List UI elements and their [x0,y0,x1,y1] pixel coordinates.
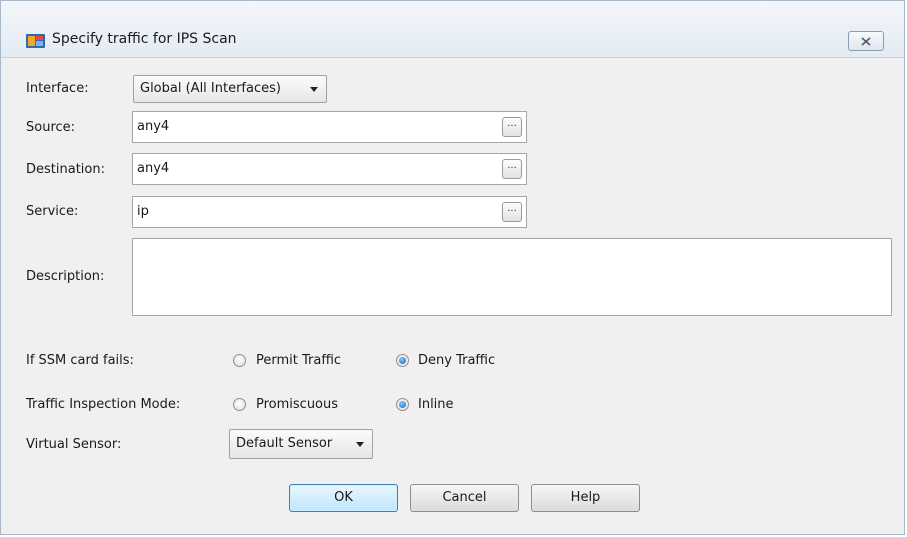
inspection-mode-label: Traffic Inspection Mode: [26,397,181,412]
destination-value: any4 [137,161,170,176]
service-input[interactable]: ip [132,196,527,228]
promiscuous-label[interactable]: Promiscuous [256,397,338,412]
interface-value: Global (All Interfaces) [140,81,281,96]
ok-button[interactable]: OK [289,484,398,512]
ips-scan-dialog: Specify traffic for IPS Scan Interface: … [0,0,905,535]
source-value: any4 [137,119,170,134]
close-button[interactable] [848,31,884,51]
source-label: Source: [26,120,76,135]
destination-label: Destination: [26,162,105,177]
chevron-down-icon [310,87,318,92]
deny-traffic-radio[interactable] [396,354,409,367]
service-label: Service: [26,204,79,219]
permit-traffic-label[interactable]: Permit Traffic [256,353,341,368]
destination-browse-button[interactable]: ... [502,159,522,179]
asdm-app-icon [26,33,46,49]
inline-label[interactable]: Inline [418,397,454,412]
title-bar[interactable]: Specify traffic for IPS Scan [1,1,904,58]
help-button[interactable]: Help [531,484,640,512]
description-label: Description: [26,269,105,284]
source-input[interactable]: any4 [132,111,527,143]
description-textarea[interactable] [132,238,892,316]
virtual-sensor-select[interactable]: Default Sensor [229,429,373,459]
permit-traffic-radio[interactable] [233,354,246,367]
cancel-button[interactable]: Cancel [410,484,519,512]
service-value: ip [137,204,149,219]
promiscuous-radio[interactable] [233,398,246,411]
source-browse-button[interactable]: ... [502,117,522,137]
ssm-fail-label: If SSM card fails: [26,353,134,368]
deny-traffic-label[interactable]: Deny Traffic [418,353,495,368]
inline-radio[interactable] [396,398,409,411]
service-browse-button[interactable]: ... [502,202,522,222]
interface-label: Interface: [26,81,89,96]
window-title: Specify traffic for IPS Scan [52,31,237,47]
virtual-sensor-label: Virtual Sensor: [26,437,122,452]
chevron-down-icon [356,442,364,447]
virtual-sensor-value: Default Sensor [236,436,333,451]
destination-input[interactable]: any4 [132,153,527,185]
interface-select[interactable]: Global (All Interfaces) [133,75,327,103]
